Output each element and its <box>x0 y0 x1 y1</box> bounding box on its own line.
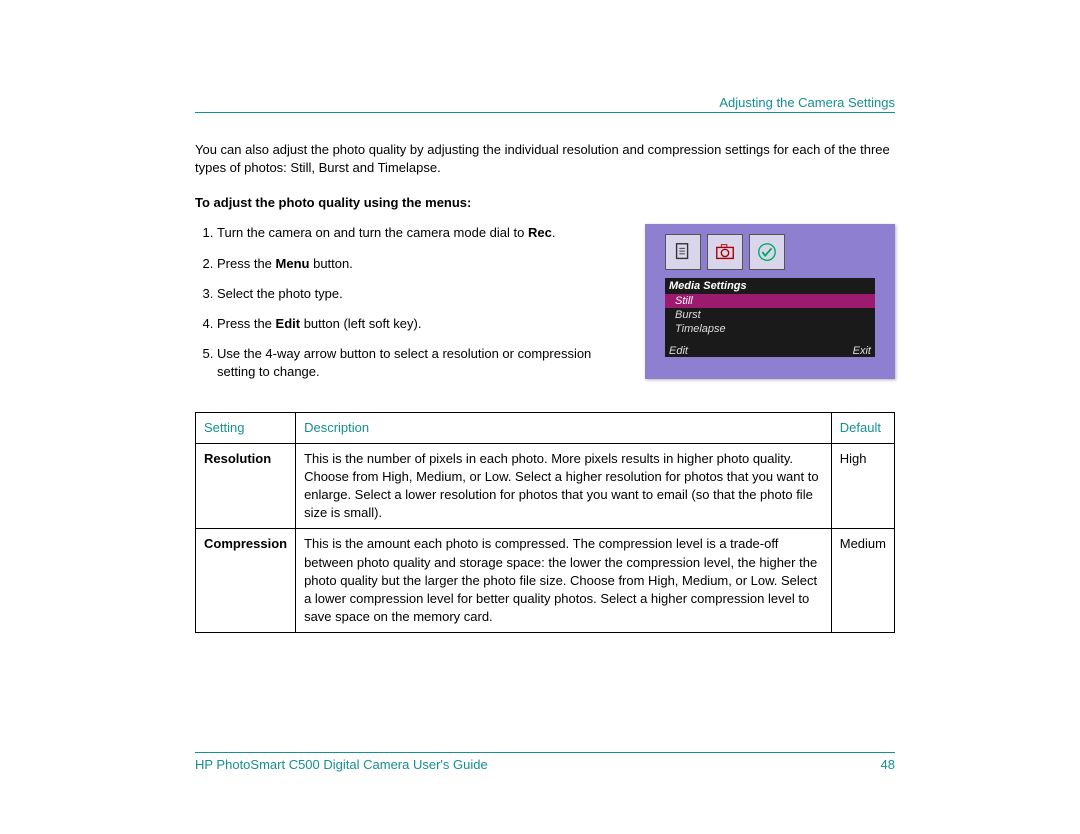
camera-icon <box>707 234 743 270</box>
step-text: button (left soft key). <box>300 316 421 331</box>
footer-bar: HP PhotoSmart C500 Digital Camera User's… <box>195 752 895 772</box>
menu-title: Media Settings <box>665 278 875 294</box>
step-text: . <box>552 225 556 240</box>
cell-default: High <box>831 443 894 529</box>
step-bold: Rec <box>528 225 552 240</box>
intro-paragraph: You can also adjust the photo quality by… <box>195 141 895 177</box>
settings-table: Setting Description Default Resolution T… <box>195 412 895 634</box>
table-header-row: Setting Description Default <box>196 412 895 443</box>
menu-box: Media Settings Still Burst Timelapse Edi… <box>665 278 875 357</box>
step-text: button. <box>309 256 352 271</box>
step-text: Turn the camera on and turn the camera m… <box>217 225 528 240</box>
step-5: Use the 4-way arrow button to select a r… <box>217 345 625 381</box>
cell-setting: Resolution <box>196 443 296 529</box>
col-setting: Setting <box>196 412 296 443</box>
menu-item-burst: Burst <box>665 308 875 322</box>
softkey-right: Exit <box>853 345 871 357</box>
camera-screen-illustration: Media Settings Still Burst Timelapse Edi… <box>645 224 895 379</box>
menu-item-still: Still <box>665 294 875 308</box>
footer-guide: HP PhotoSmart C500 Digital Camera User's… <box>195 757 488 772</box>
softkey-left: Edit <box>669 345 688 357</box>
procedure-title: To adjust the photo quality using the me… <box>195 195 895 210</box>
steps-list: Turn the camera on and turn the camera m… <box>195 224 625 381</box>
step-4: Press the Edit button (left soft key). <box>217 315 625 333</box>
step-bold: Edit <box>276 316 301 331</box>
cell-default: Medium <box>831 529 894 633</box>
step-bold: Menu <box>276 256 310 271</box>
step-text: Press the <box>217 316 276 331</box>
step-2: Press the Menu button. <box>217 255 625 273</box>
steps-column: Turn the camera on and turn the camera m… <box>195 224 625 393</box>
header-bar: Adjusting the Camera Settings <box>195 95 895 113</box>
menu-item-timelapse: Timelapse <box>665 322 875 336</box>
step-1: Turn the camera on and turn the camera m… <box>217 224 625 242</box>
col-description: Description <box>296 412 832 443</box>
page-number: 48 <box>881 757 895 772</box>
document-icon <box>665 234 701 270</box>
cell-description: This is the amount each photo is compres… <box>296 529 832 633</box>
step-3: Select the photo type. <box>217 285 625 303</box>
checkmark-icon <box>749 234 785 270</box>
step-text: Press the <box>217 256 276 271</box>
cell-setting: Compression <box>196 529 296 633</box>
section-title: Adjusting the Camera Settings <box>719 95 895 110</box>
softkeys: Edit Exit <box>665 345 875 357</box>
table-row: Resolution This is the number of pixels … <box>196 443 895 529</box>
body-row: Turn the camera on and turn the camera m… <box>195 224 895 393</box>
icon-bar <box>665 234 785 270</box>
page: Adjusting the Camera Settings You can al… <box>0 0 1080 834</box>
table-row: Compression This is the amount each phot… <box>196 529 895 633</box>
cell-description: This is the number of pixels in each pho… <box>296 443 832 529</box>
col-default: Default <box>831 412 894 443</box>
